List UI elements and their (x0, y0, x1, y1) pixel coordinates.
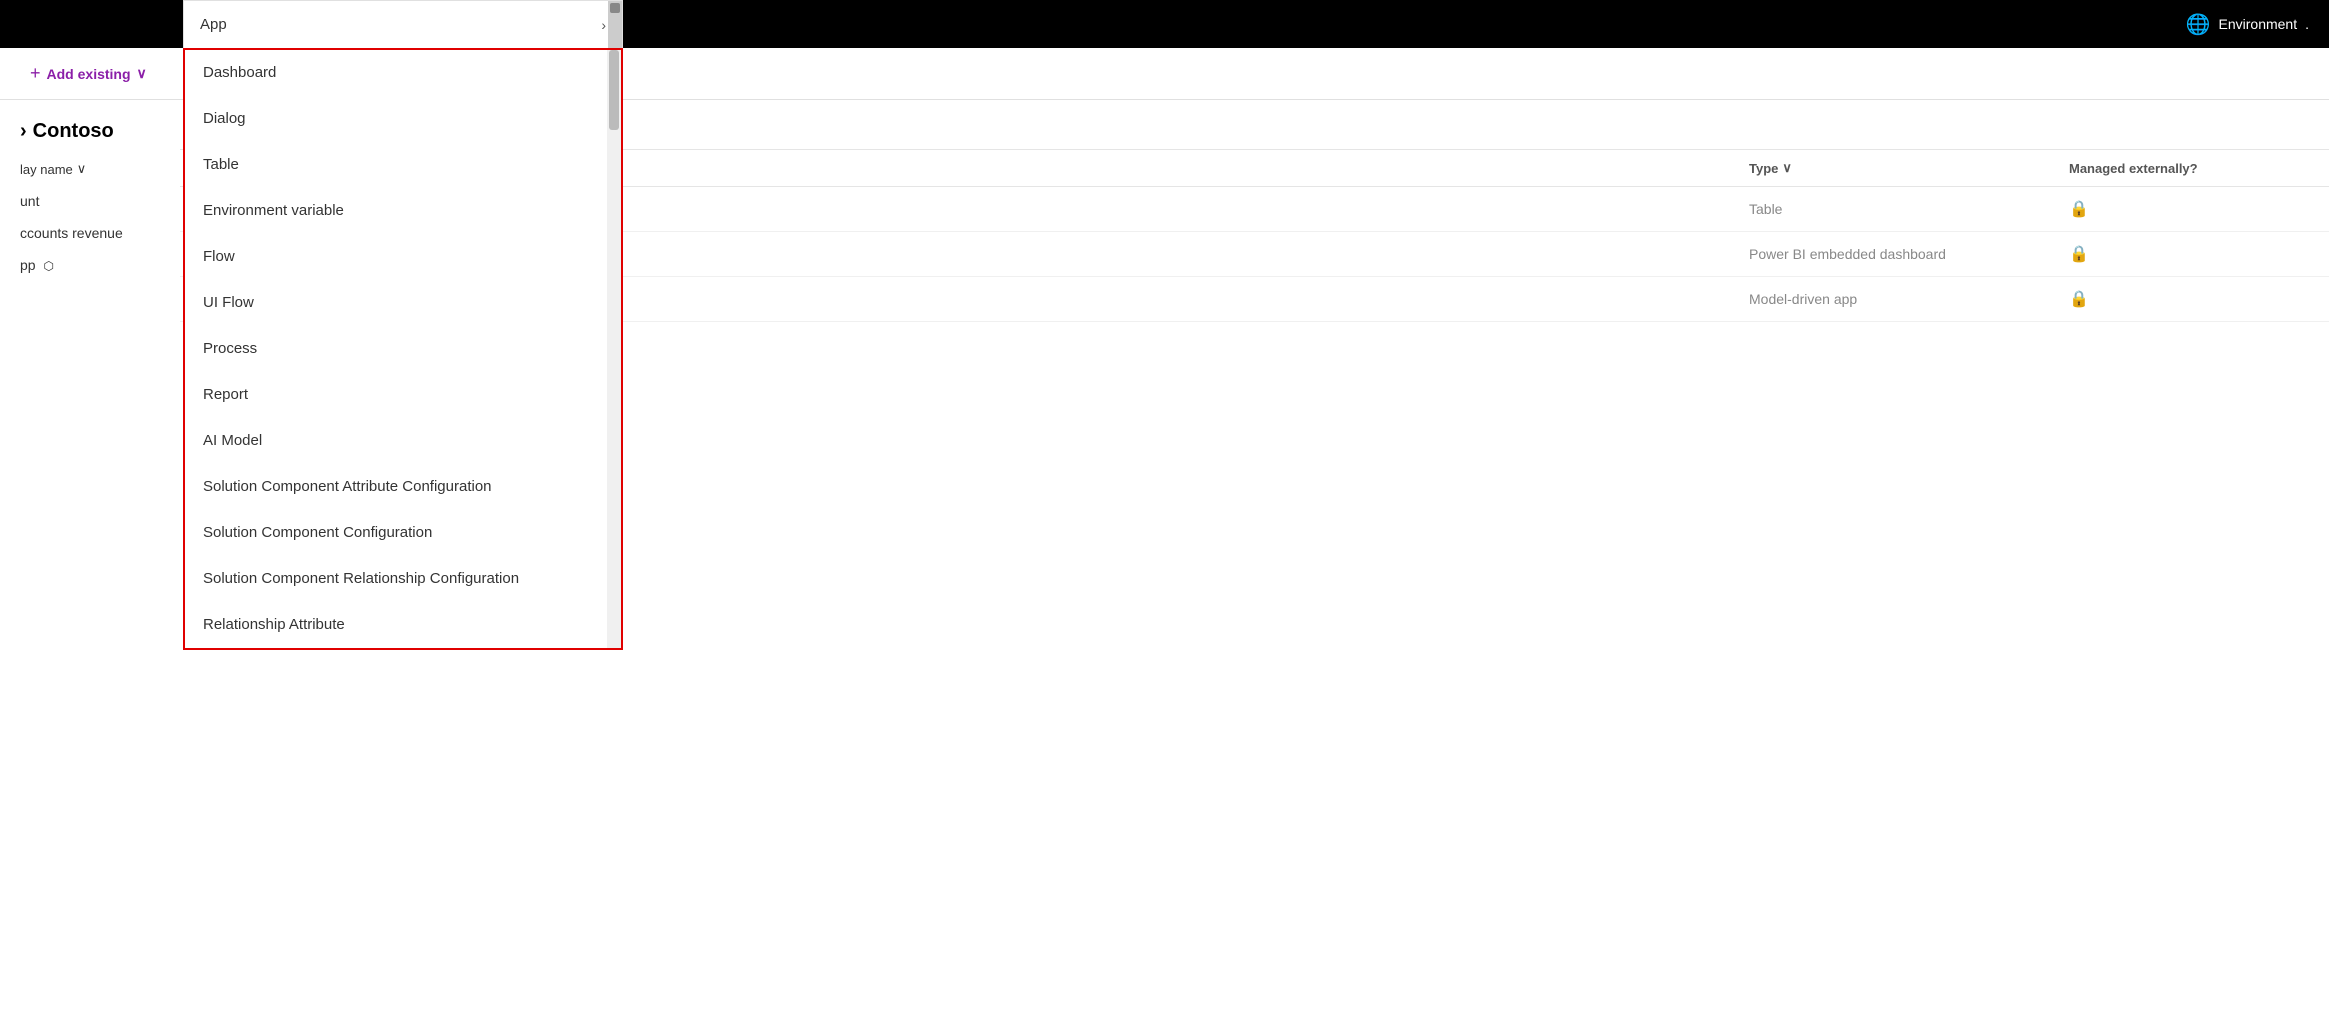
dropdown-item-label: AI Model (203, 432, 262, 449)
lock-icon: 🔒 (2069, 199, 2089, 219)
external-link-icon: ⬡ (43, 259, 53, 273)
dropdown-item-label: Dialog (203, 110, 246, 127)
sidebar-item-account[interactable]: unt (0, 185, 180, 217)
row-managed: 🔒 (2069, 199, 2309, 219)
dropdown-item-label: Environment variable (203, 202, 344, 219)
lock-icon: 🔒 (2069, 244, 2089, 264)
sidebar-item-accounts-revenue[interactable]: ccounts revenue (0, 217, 180, 249)
sidebar-item-label: ccounts revenue (20, 225, 123, 241)
row-managed: 🔒 (2069, 244, 2309, 264)
dropdown-item-solution-attr-config[interactable]: Solution Component Attribute Configurati… (185, 464, 621, 510)
sidebar: › Contoso lay name ∨ unt ccounts revenue… (0, 100, 180, 1009)
chevron-down-icon: ∨ (1782, 160, 1792, 176)
dropdown-item-solution-rel-config[interactable]: Solution Component Relationship Configur… (185, 556, 621, 602)
environment-area: 🌐 Environment . (2186, 12, 2309, 37)
contoso-section[interactable]: › Contoso (0, 110, 180, 153)
dropdown-item-label: Process (203, 340, 257, 357)
dropdown-item-dashboard[interactable]: Dashboard (185, 50, 621, 96)
dropdown-item-label: Relationship Attribute (203, 616, 345, 633)
plus-icon: + (30, 63, 41, 84)
contoso-chevron-icon: › (20, 120, 27, 143)
dropdown-item-label: Table (203, 156, 239, 173)
dropdown-item-label: UI Flow (203, 294, 254, 311)
chevron-right-icon: › (601, 17, 606, 33)
app-menu-header[interactable]: App › (183, 0, 623, 48)
display-name-header[interactable]: lay name ∨ (0, 153, 180, 185)
dropdown-item-label: Solution Component Attribute Configurati… (203, 478, 492, 495)
type-col-label: Type (1749, 161, 1778, 176)
lock-icon: 🔒 (2069, 289, 2089, 309)
dropdown-item-report[interactable]: Report (185, 372, 621, 418)
sidebar-item-label: pp (20, 257, 36, 273)
dropdown-list: Dashboard Dialog Table Environment varia… (183, 48, 623, 650)
dropdown-item-label: Solution Component Configuration (203, 524, 432, 541)
row-type: Model-driven app (1749, 291, 2069, 307)
add-existing-label: Add existing (47, 66, 131, 82)
display-name-text: lay name (20, 162, 73, 177)
row-type: Power BI embedded dashboard (1749, 246, 2069, 262)
dropdown-item-ui-flow[interactable]: UI Flow (185, 280, 621, 326)
environment-dot: . (2305, 16, 2309, 32)
sidebar-item-app[interactable]: pp ⬡ (0, 249, 180, 281)
dropdown-item-relationship-attr[interactable]: Relationship Attribute (185, 602, 621, 648)
managed-col-label: Managed externally? (2069, 161, 2198, 176)
dropdown-item-environment-variable[interactable]: Environment variable (185, 188, 621, 234)
contoso-label-text: Contoso (33, 120, 114, 143)
environment-label: Environment (2219, 16, 2298, 32)
dropdown-item-flow[interactable]: Flow (185, 234, 621, 280)
dropdown-item-label: Dashboard (203, 64, 276, 81)
sidebar-item-label: unt (20, 193, 39, 209)
col-managed: Managed externally? (2069, 161, 2309, 176)
row-type: Table (1749, 201, 2069, 217)
globe-icon: 🌐 (2186, 12, 2211, 37)
col-type[interactable]: Type ∨ (1749, 160, 2069, 176)
dropdown-item-table[interactable]: Table (185, 142, 621, 188)
dropdown-item-label: Report (203, 386, 248, 403)
chevron-down-icon: ∨ (77, 161, 87, 177)
row-managed: 🔒 (2069, 289, 2309, 309)
dropdown-item-label: Solution Component Relationship Configur… (203, 570, 519, 587)
dropdown-item-process[interactable]: Process (185, 326, 621, 372)
dropdown-item-solution-config[interactable]: Solution Component Configuration (185, 510, 621, 556)
add-existing-button[interactable]: + Add existing ∨ (20, 57, 157, 90)
dropdown-item-dialog[interactable]: Dialog (185, 96, 621, 142)
dropdown-item-label: Flow (203, 248, 235, 265)
dropdown-item-ai-model[interactable]: AI Model (185, 418, 621, 464)
chevron-down-icon: ∨ (137, 65, 147, 82)
app-menu-header-text: App (200, 16, 227, 33)
